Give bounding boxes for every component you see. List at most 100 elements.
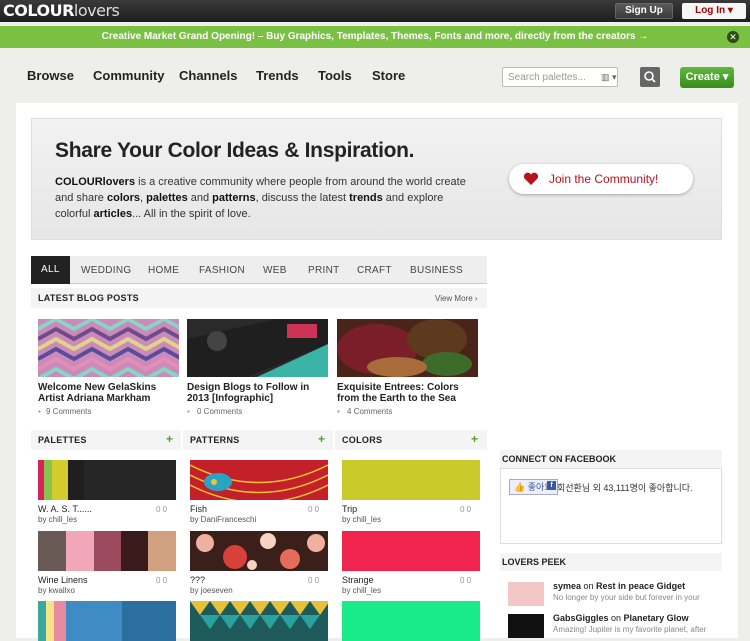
color-swatch[interactable]: [342, 460, 480, 500]
peek-on: on: [581, 581, 597, 591]
color-swatch[interactable]: [342, 601, 480, 641]
pattern-swatch[interactable]: [190, 601, 328, 641]
add-palette-icon[interactable]: +: [166, 432, 173, 446]
peek-thumbnail[interactable]: [508, 614, 544, 638]
blog-comments-1[interactable]: 9 Comments: [46, 407, 91, 416]
logo[interactable]: COLOURlovers: [3, 1, 120, 20]
tab-web[interactable]: WEB: [263, 265, 287, 276]
blog-title-3[interactable]: Exquisite Entrees: Colors from the Earth…: [337, 382, 483, 404]
main-nav: Browse Community Channels Trends Tools S…: [16, 55, 738, 97]
hero-text-part: ... All in the spirit of love.: [132, 208, 251, 220]
tab-craft[interactable]: CRAFT: [357, 265, 392, 276]
add-pattern-icon[interactable]: +: [318, 432, 325, 446]
blog-title-1[interactable]: Welcome New GelaSkins Artist Adriana Mar…: [38, 382, 184, 404]
color-author[interactable]: by chill_les: [342, 586, 381, 595]
view-more-link[interactable]: View More ›: [435, 294, 478, 303]
sign-up-button[interactable]: Sign Up: [615, 3, 673, 19]
pattern-name[interactable]: Fish: [190, 504, 207, 514]
facebook-widget: 👍 좋아요 f 회선환님 외 43,111명이 좋아합니다.: [500, 468, 722, 544]
hero-banner: Share Your Color Ideas & Inspiration. CO…: [31, 118, 722, 240]
link-palettes[interactable]: palettes: [146, 192, 188, 204]
palette-name[interactable]: Wine Linens: [38, 575, 88, 585]
color-name[interactable]: Trip: [342, 504, 357, 514]
tab-all[interactable]: ALL: [31, 256, 70, 284]
patterns-heading[interactable]: PATTERNS: [183, 430, 333, 450]
link-patterns[interactable]: patterns: [212, 192, 255, 204]
log-in-label: Log In: [695, 5, 726, 16]
comment-icon: ▪: [38, 407, 41, 416]
palette-swatch[interactable]: [38, 531, 176, 571]
blog-image-1[interactable]: [38, 319, 179, 377]
pattern-swatch[interactable]: [190, 531, 328, 571]
peek-user[interactable]: GabsGiggles: [553, 613, 609, 623]
palette-swatch[interactable]: [38, 460, 176, 500]
peek-on: on: [608, 613, 624, 623]
close-icon[interactable]: ✕: [727, 31, 739, 43]
palettes-heading[interactable]: PALETTES: [31, 430, 181, 450]
facebook-icon: f: [547, 481, 556, 490]
pattern-stats: 0 0: [308, 505, 320, 514]
comment-icon: ▪: [337, 407, 340, 416]
hero-text-part: , discuss the latest: [255, 192, 350, 204]
color-name[interactable]: Strange: [342, 575, 374, 585]
pattern-author[interactable]: by DaniFranceschi: [190, 515, 256, 524]
colors-heading[interactable]: COLORS: [335, 430, 487, 450]
tab-print[interactable]: PRINT: [308, 265, 340, 276]
nav-community[interactable]: Community: [93, 68, 165, 83]
join-community-button[interactable]: Join the Community!: [509, 164, 693, 194]
search-button[interactable]: [640, 67, 660, 87]
search-placeholder: Search palettes...: [508, 72, 586, 83]
tab-wedding[interactable]: WEDDING: [81, 265, 131, 276]
nav-browse[interactable]: Browse: [27, 68, 74, 83]
tab-fashion[interactable]: FASHION: [199, 265, 245, 276]
blog-comments-3[interactable]: 4 Comments: [347, 407, 392, 416]
blog-image-2[interactable]: [187, 319, 328, 377]
link-articles[interactable]: articles: [94, 208, 133, 220]
heart-icon: [523, 172, 539, 185]
peek-user[interactable]: symea: [553, 581, 581, 591]
log-in-button[interactable]: Log In ▾: [682, 3, 746, 19]
link-trends[interactable]: trends: [349, 192, 383, 204]
grid-icon[interactable]: ▥ ▾: [601, 72, 617, 83]
create-button[interactable]: Create ▾: [680, 67, 734, 88]
palette-name[interactable]: W. A. S. T......: [38, 504, 92, 514]
hero-brand: COLOURlovers: [55, 176, 136, 188]
pattern-swatch[interactable]: [190, 460, 328, 500]
color-swatch[interactable]: [342, 531, 480, 571]
peek-post[interactable]: Rest in peace Gidget: [596, 581, 685, 591]
pattern-stats: 0 0: [308, 576, 320, 585]
pattern-author[interactable]: by joeseven: [190, 586, 233, 595]
peek-thumbnail[interactable]: [508, 582, 544, 606]
peek-entry[interactable]: symea on Rest in peace Gidget: [553, 581, 685, 591]
palette-author[interactable]: by kwallxo: [38, 586, 75, 595]
blog-heading: LATEST BLOG POSTS: [31, 288, 487, 308]
blog-image-3[interactable]: [337, 319, 478, 377]
color-stats: 0 0: [460, 576, 472, 585]
category-tabs: ALL WEDDING HOME FASHION WEB PRINT CRAFT…: [31, 256, 487, 284]
comment-icon: ▪: [187, 407, 190, 416]
link-colors[interactable]: colors: [107, 192, 140, 204]
peek-entry[interactable]: GabsGiggles on Planetary Glow: [553, 613, 689, 623]
main-panel: Share Your Color Ideas & Inspiration. CO…: [16, 103, 738, 641]
facebook-like-count: 회선환님 외 43,111명이 좋아합니다.: [557, 483, 693, 493]
tab-home[interactable]: HOME: [148, 265, 179, 276]
color-stats: 0 0: [460, 505, 472, 514]
nav-trends[interactable]: Trends: [256, 68, 299, 83]
add-color-icon[interactable]: +: [471, 432, 478, 446]
nav-channels[interactable]: Channels: [179, 68, 238, 83]
color-author[interactable]: by chill_les: [342, 515, 381, 524]
palette-author[interactable]: by chill_les: [38, 515, 77, 524]
promo-banner[interactable]: Creative Market Grand Opening! – Buy Gra…: [0, 26, 750, 48]
blog-title-2[interactable]: Design Blogs to Follow in 2013 [Infograp…: [187, 382, 333, 404]
tab-business[interactable]: BUSINESS: [410, 265, 463, 276]
pattern-name[interactable]: ???: [190, 575, 205, 585]
blog-comments-2[interactable]: 0 Comments: [197, 407, 242, 416]
nav-tools[interactable]: Tools: [318, 68, 352, 83]
search-input[interactable]: Search palettes... ▥ ▾: [502, 67, 618, 87]
facebook-heading: CONNECT ON FACEBOOK: [500, 450, 722, 468]
palette-swatch[interactable]: [38, 601, 176, 641]
peek-post[interactable]: Planetary Glow: [624, 613, 689, 623]
peek-excerpt: Amazing! Jupiter is my favorite planet, …: [553, 625, 707, 634]
nav-store[interactable]: Store: [372, 68, 405, 83]
top-bar: COLOURlovers Sign Up Log In ▾: [0, 0, 750, 22]
